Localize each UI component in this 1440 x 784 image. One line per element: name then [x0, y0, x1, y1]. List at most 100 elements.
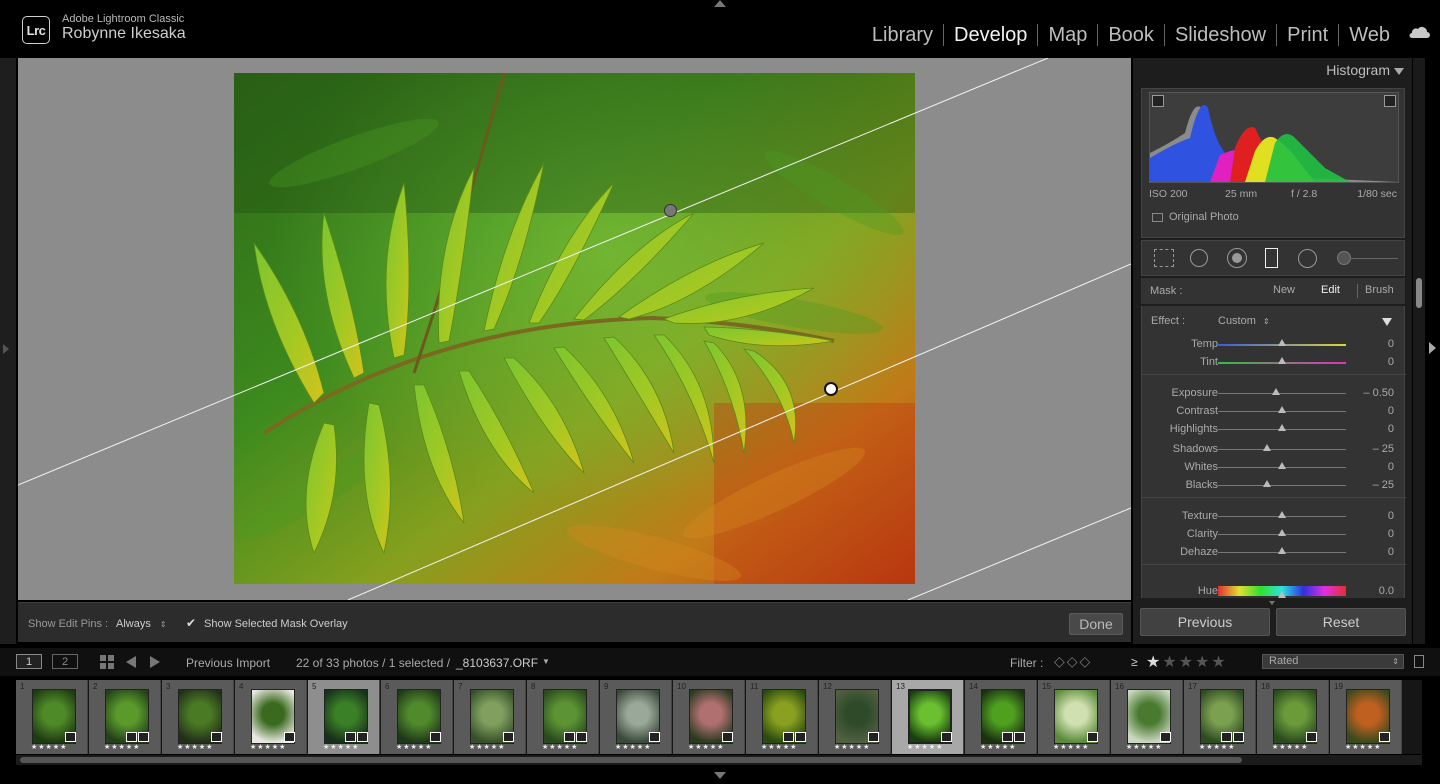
- module-slideshow[interactable]: Slideshow: [1165, 24, 1276, 47]
- blacks-value[interactable]: – 25: [1373, 479, 1394, 491]
- module-web[interactable]: Web: [1339, 24, 1400, 47]
- develop-badge-icon[interactable]: [430, 732, 441, 742]
- develop-badge-icon[interactable]: [357, 732, 368, 742]
- develop-badge-icon[interactable]: [211, 732, 222, 742]
- module-develop[interactable]: Develop: [944, 24, 1037, 47]
- whites-slider-knob[interactable]: [1278, 462, 1286, 469]
- develop-badge-icon[interactable]: [576, 732, 587, 742]
- develop-badge-icon[interactable]: [795, 732, 806, 742]
- filmstrip-cell[interactable]: 12 ★★★★★: [819, 680, 891, 754]
- thumbnail-rating-stars[interactable]: ★★★★★: [31, 743, 67, 751]
- filmstrip-scrollbar[interactable]: [16, 755, 1422, 765]
- filmstrip-cell[interactable]: 16 ★★★★★: [1111, 680, 1183, 754]
- develop-badge-icon[interactable]: [1306, 732, 1317, 742]
- develop-badge-icon[interactable]: [1160, 732, 1171, 742]
- left-panel-toggle-icon[interactable]: [3, 344, 9, 354]
- thumbnail-rating-stars[interactable]: ★★★★★: [980, 743, 1016, 751]
- develop-badge-icon[interactable]: [138, 732, 149, 742]
- thumbnail-rating-stars[interactable]: ★★★★★: [761, 743, 797, 751]
- thumbnail-rating-stars[interactable]: ★★★★★: [1199, 743, 1235, 751]
- develop-badge-icon[interactable]: [1379, 732, 1390, 742]
- contrast-slider-knob[interactable]: [1278, 406, 1286, 413]
- graduated-filter-lines[interactable]: [18, 58, 1131, 600]
- dehaze-value[interactable]: 0: [1388, 546, 1394, 558]
- filmstrip-cell[interactable]: 18 ★★★★★: [1257, 680, 1329, 754]
- filter-preset-select[interactable]: Rated ⇕: [1262, 654, 1404, 669]
- bottom-panel-toggle[interactable]: [714, 772, 726, 779]
- exposure-slider-knob[interactable]: [1271, 388, 1280, 395]
- mask-brush-button[interactable]: Brush: [1365, 284, 1394, 296]
- right-panel-scrollbar[interactable]: [1413, 58, 1425, 644]
- left-panel-collapsed[interactable]: [0, 58, 16, 644]
- develop-badge-icon[interactable]: [1233, 732, 1244, 742]
- grid-view-icon[interactable]: [100, 655, 114, 669]
- blacks-slider[interactable]: [1218, 485, 1346, 486]
- thumbnail-rating-stars[interactable]: ★★★★★: [177, 743, 213, 751]
- filmstrip-cell[interactable]: 11 ★★★★★: [746, 680, 818, 754]
- primary-window-button[interactable]: 1: [16, 654, 42, 669]
- clarity-value[interactable]: 0: [1388, 528, 1394, 540]
- shadows-slider-knob[interactable]: [1262, 444, 1271, 451]
- filmstrip-cell[interactable]: 9 ★★★★★: [600, 680, 672, 754]
- contrast-value[interactable]: 0: [1388, 405, 1394, 417]
- secondary-window-button[interactable]: 2: [52, 654, 78, 669]
- filmstrip-cell[interactable]: 14 ★★★★★: [965, 680, 1037, 754]
- thumbnail-rating-stars[interactable]: ★★★★★: [1053, 743, 1089, 751]
- thumbnail-rating-stars[interactable]: ★★★★★: [1272, 743, 1308, 751]
- shadows-slider[interactable]: [1218, 449, 1346, 450]
- hue-slider-knob[interactable]: [1278, 591, 1286, 598]
- triangle-icon[interactable]: [1394, 68, 1404, 75]
- filmstrip-cell[interactable]: 15 ★★★★★: [1038, 680, 1110, 754]
- filmstrip-cell[interactable]: 7 ★★★★★: [454, 680, 526, 754]
- gradient-rotation-pin[interactable]: [664, 204, 677, 217]
- temp-value[interactable]: 0: [1388, 338, 1394, 350]
- filename-dropdown-icon[interactable]: ▼: [542, 657, 550, 666]
- mask-edit-button[interactable]: Edit: [1321, 284, 1340, 296]
- thumbnail-rating-stars[interactable]: ★★★★★: [323, 743, 359, 751]
- thumbnail-rating-stars[interactable]: ★★★★★: [615, 743, 651, 751]
- metadata-badge-icon[interactable]: [126, 732, 137, 742]
- develop-badge-icon[interactable]: [649, 732, 660, 742]
- develop-badge-icon[interactable]: [722, 732, 733, 742]
- develop-badge-icon[interactable]: [941, 732, 952, 742]
- effect-select[interactable]: Custom ⇕: [1218, 315, 1270, 327]
- thumbnail-rating-stars[interactable]: ★★★★★: [104, 743, 140, 751]
- thumbnail-rating-stars[interactable]: ★★★★★: [1345, 743, 1381, 751]
- clarity-slider-knob[interactable]: [1278, 529, 1286, 536]
- mask-new-button[interactable]: New: [1273, 284, 1295, 296]
- histogram-header[interactable]: Histogram: [1133, 58, 1412, 86]
- filmstrip-cell[interactable]: 8 ★★★★★: [527, 680, 599, 754]
- develop-badge-icon[interactable]: [1087, 732, 1098, 742]
- effect-collapse-icon[interactable]: [1382, 318, 1392, 326]
- original-photo-checkbox[interactable]: [1152, 212, 1163, 222]
- develop-badge-icon[interactable]: [1014, 732, 1025, 742]
- cloud-icon[interactable]: [1408, 26, 1430, 38]
- metadata-badge-icon[interactable]: [1221, 732, 1232, 742]
- exposure-value[interactable]: – 0.50: [1363, 387, 1394, 399]
- highlights-value[interactable]: 0: [1388, 423, 1394, 435]
- module-print[interactable]: Print: [1277, 24, 1338, 47]
- shadows-value[interactable]: – 25: [1373, 443, 1394, 455]
- filmstrip-cell[interactable]: 10 ★★★★★: [673, 680, 745, 754]
- texture-slider-knob[interactable]: [1278, 511, 1286, 518]
- filmstrip-cell[interactable]: 4 ★★★★★: [235, 680, 307, 754]
- top-panel-toggle[interactable]: [714, 0, 726, 7]
- highlights-slider-knob[interactable]: [1278, 424, 1286, 431]
- red-eye-icon[interactable]: [1227, 248, 1247, 268]
- source-label[interactable]: Previous Import: [186, 656, 270, 670]
- gradient-center-pin[interactable]: [824, 382, 838, 396]
- filmstrip-cell[interactable]: 17 ★★★★★: [1184, 680, 1256, 754]
- tint-value[interactable]: 0: [1388, 356, 1394, 368]
- filmstrip-cell[interactable]: 19 ★★★★★: [1330, 680, 1402, 754]
- spot-removal-icon[interactable]: [1190, 249, 1208, 267]
- histogram-graph[interactable]: [1149, 92, 1399, 183]
- tint-slider-knob[interactable]: [1278, 357, 1286, 364]
- done-button[interactable]: Done: [1069, 613, 1123, 635]
- crop-overlay-icon[interactable]: [1154, 249, 1174, 267]
- forward-arrow-icon[interactable]: [150, 656, 160, 668]
- module-book[interactable]: Book: [1098, 24, 1164, 47]
- metadata-badge-icon[interactable]: [783, 732, 794, 742]
- image-canvas[interactable]: [18, 58, 1131, 600]
- previous-button[interactable]: Previous: [1140, 608, 1270, 636]
- rating-operator[interactable]: ≥: [1131, 655, 1138, 669]
